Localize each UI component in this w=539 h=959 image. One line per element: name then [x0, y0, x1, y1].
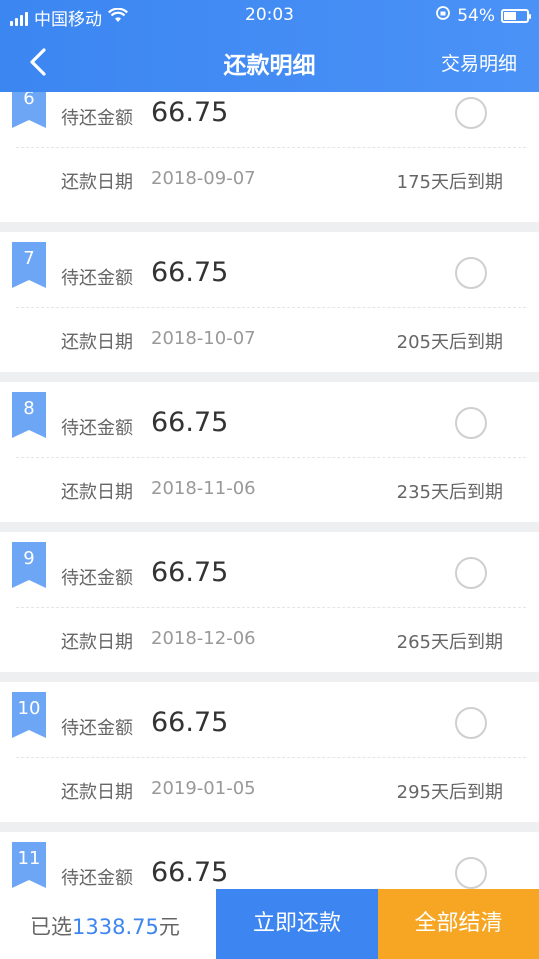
- installment-card[interactable]: 8 待还金额 66.75 还款日期 2018-11-06 235天后到期: [0, 382, 539, 522]
- index-tag: 11: [12, 842, 46, 888]
- status-bar: 中国移动 20:03 54%: [0, 0, 539, 30]
- date-label: 还款日期: [61, 482, 133, 503]
- installment-card[interactable]: 7 待还金额 66.75 还款日期 2018-10-07 205天后到期: [0, 232, 539, 372]
- divider: [16, 307, 526, 308]
- amount-value: 66.75: [151, 557, 229, 588]
- due-countdown: 265天后到期: [396, 632, 503, 653]
- due-countdown: 205天后到期: [396, 332, 503, 353]
- date-label: 还款日期: [61, 782, 133, 803]
- installment-card[interactable]: 6 待还金额 66.75 还款日期 2018-09-07 175天后到期: [0, 92, 539, 222]
- repayment-date: 2018-09-07: [151, 168, 256, 189]
- due-countdown: 295天后到期: [396, 782, 503, 803]
- installment-list[interactable]: 6 待还金额 66.75 还款日期 2018-09-07 175天后到期 7 待…: [0, 92, 539, 889]
- amount-value: 66.75: [151, 97, 229, 128]
- select-radio[interactable]: [455, 407, 487, 439]
- select-radio[interactable]: [455, 857, 487, 889]
- header: 中国移动 20:03 54% 还款明细 交易明细: [0, 0, 539, 92]
- battery-icon: [501, 8, 531, 23]
- installment-card[interactable]: 11 待还金额 66.75: [0, 832, 539, 889]
- battery-percent: 54%: [457, 5, 495, 26]
- index-number: 10: [17, 698, 41, 719]
- repayment-date: 2018-12-06: [151, 628, 256, 649]
- selected-prefix: 已选: [30, 915, 72, 939]
- due-countdown: 235天后到期: [396, 482, 503, 503]
- transaction-details-link[interactable]: 交易明细: [441, 49, 517, 76]
- index-tag: 6: [12, 92, 46, 128]
- amount-value: 66.75: [151, 407, 229, 438]
- index-number: 11: [17, 848, 41, 869]
- index-tag: 9: [12, 542, 46, 588]
- repayment-date: 2018-11-06: [151, 478, 256, 499]
- amount-label: 待还金额: [61, 418, 133, 439]
- selected-amount: 1338.75: [72, 915, 159, 939]
- footer-bar: 已选1338.75元 立即还款 全部结清: [0, 889, 539, 959]
- divider: [16, 607, 526, 608]
- index-number: 7: [23, 248, 35, 269]
- index-number: 6: [23, 92, 35, 109]
- date-label: 还款日期: [61, 632, 133, 653]
- amount-value: 66.75: [151, 857, 229, 888]
- amount-label: 待还金额: [61, 108, 133, 129]
- installment-card[interactable]: 9 待还金额 66.75 还款日期 2018-12-06 265天后到期: [0, 532, 539, 672]
- index-tag: 10: [12, 692, 46, 738]
- selected-total: 已选1338.75元: [30, 911, 180, 941]
- pay-all-button[interactable]: 全部结清: [378, 889, 539, 959]
- due-countdown: 175天后到期: [396, 172, 503, 193]
- select-radio[interactable]: [455, 257, 487, 289]
- repayment-date: 2019-01-05: [151, 778, 256, 799]
- selected-suffix: 元: [158, 915, 180, 939]
- date-label: 还款日期: [61, 332, 133, 353]
- select-radio[interactable]: [455, 707, 487, 739]
- index-tag: 8: [12, 392, 46, 438]
- amount-value: 66.75: [151, 257, 229, 288]
- installment-card[interactable]: 10 待还金额 66.75 还款日期 2019-01-05 295天后到期: [0, 682, 539, 822]
- amount-label: 待还金额: [61, 568, 133, 589]
- amount-value: 66.75: [151, 707, 229, 738]
- divider: [16, 147, 526, 148]
- amount-label: 待还金额: [61, 718, 133, 739]
- index-number: 9: [23, 548, 35, 569]
- nav-bar: 还款明细 交易明细: [0, 32, 539, 90]
- amount-label: 待还金额: [61, 268, 133, 289]
- date-label: 还款日期: [61, 172, 133, 193]
- select-radio[interactable]: [455, 97, 487, 129]
- amount-label: 待还金额: [61, 868, 133, 889]
- divider: [16, 757, 526, 758]
- divider: [16, 457, 526, 458]
- index-number: 8: [23, 398, 35, 419]
- repayment-date: 2018-10-07: [151, 328, 256, 349]
- index-tag: 7: [12, 242, 46, 288]
- pay-now-button[interactable]: 立即还款: [216, 889, 378, 959]
- select-radio[interactable]: [455, 557, 487, 589]
- rotation-lock-icon: [435, 5, 451, 26]
